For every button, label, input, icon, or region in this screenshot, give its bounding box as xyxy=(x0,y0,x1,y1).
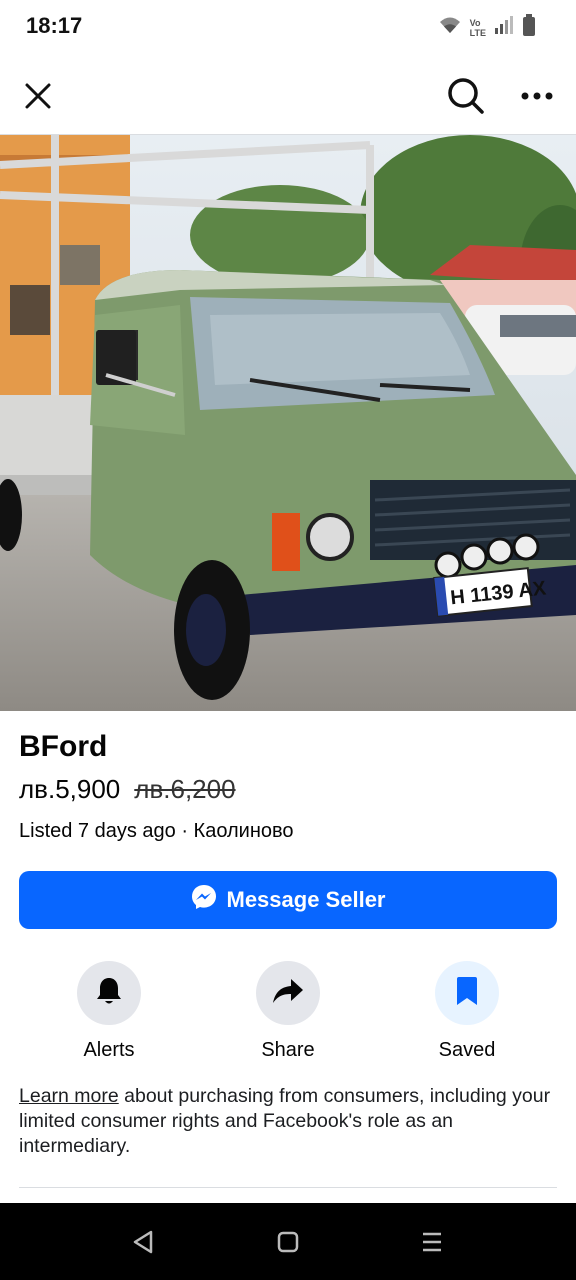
divider xyxy=(19,1187,557,1188)
message-seller-button[interactable]: Message Seller xyxy=(19,871,557,929)
price-row: лв.5,900 лв.6,200 xyxy=(19,774,236,805)
bell-icon xyxy=(95,976,123,1011)
message-seller-label: Message Seller xyxy=(226,887,386,912)
more-options-icon[interactable] xyxy=(515,74,559,118)
battery-icon xyxy=(522,14,536,41)
volte-icon: Vo LTE xyxy=(470,18,486,38)
volte-top-text: Vo xyxy=(469,17,481,28)
alerts-label: Alerts xyxy=(83,1039,135,1061)
consumer-info: Learn more about purchasing from consume… xyxy=(19,1084,559,1159)
bookmark-icon xyxy=(456,976,478,1011)
saved-circle xyxy=(435,961,499,1025)
close-icon[interactable] xyxy=(16,74,60,118)
share-icon xyxy=(272,978,304,1009)
original-price: лв.6,200 xyxy=(134,774,236,804)
back-icon[interactable] xyxy=(127,1226,159,1258)
volte-bottom-text: LTE xyxy=(469,27,486,38)
vehicle-photo: H 1139 AX xyxy=(0,135,576,711)
wifi-icon xyxy=(438,15,462,40)
listing-photo[interactable]: H 1139 AX xyxy=(0,135,576,711)
status-time: 18:17 xyxy=(26,13,83,38)
system-nav-bar xyxy=(0,1203,576,1280)
status-icons: Vo LTE xyxy=(438,14,536,41)
messenger-icon xyxy=(191,884,217,916)
share-button[interactable]: Share xyxy=(228,961,348,1062)
share-label: Share xyxy=(261,1039,315,1061)
top-bar xyxy=(0,54,576,135)
alerts-button[interactable]: Alerts xyxy=(49,961,169,1062)
listed-info: Listed 7 days ago · Каолиново xyxy=(19,820,294,842)
saved-button[interactable]: Saved xyxy=(407,961,527,1062)
listing-title: BFord xyxy=(19,730,108,763)
status-bar: 18:17 Vo LTE xyxy=(0,0,576,54)
learn-more-link[interactable]: Learn more xyxy=(19,1085,119,1107)
saved-label: Saved xyxy=(438,1039,496,1061)
home-icon[interactable] xyxy=(272,1226,304,1258)
menu-icon[interactable] xyxy=(416,1226,448,1258)
share-circle xyxy=(256,961,320,1025)
signal-icon xyxy=(494,16,514,39)
search-icon[interactable] xyxy=(444,74,488,118)
alerts-circle xyxy=(77,961,141,1025)
listing-price: лв.5,900 xyxy=(19,774,121,804)
